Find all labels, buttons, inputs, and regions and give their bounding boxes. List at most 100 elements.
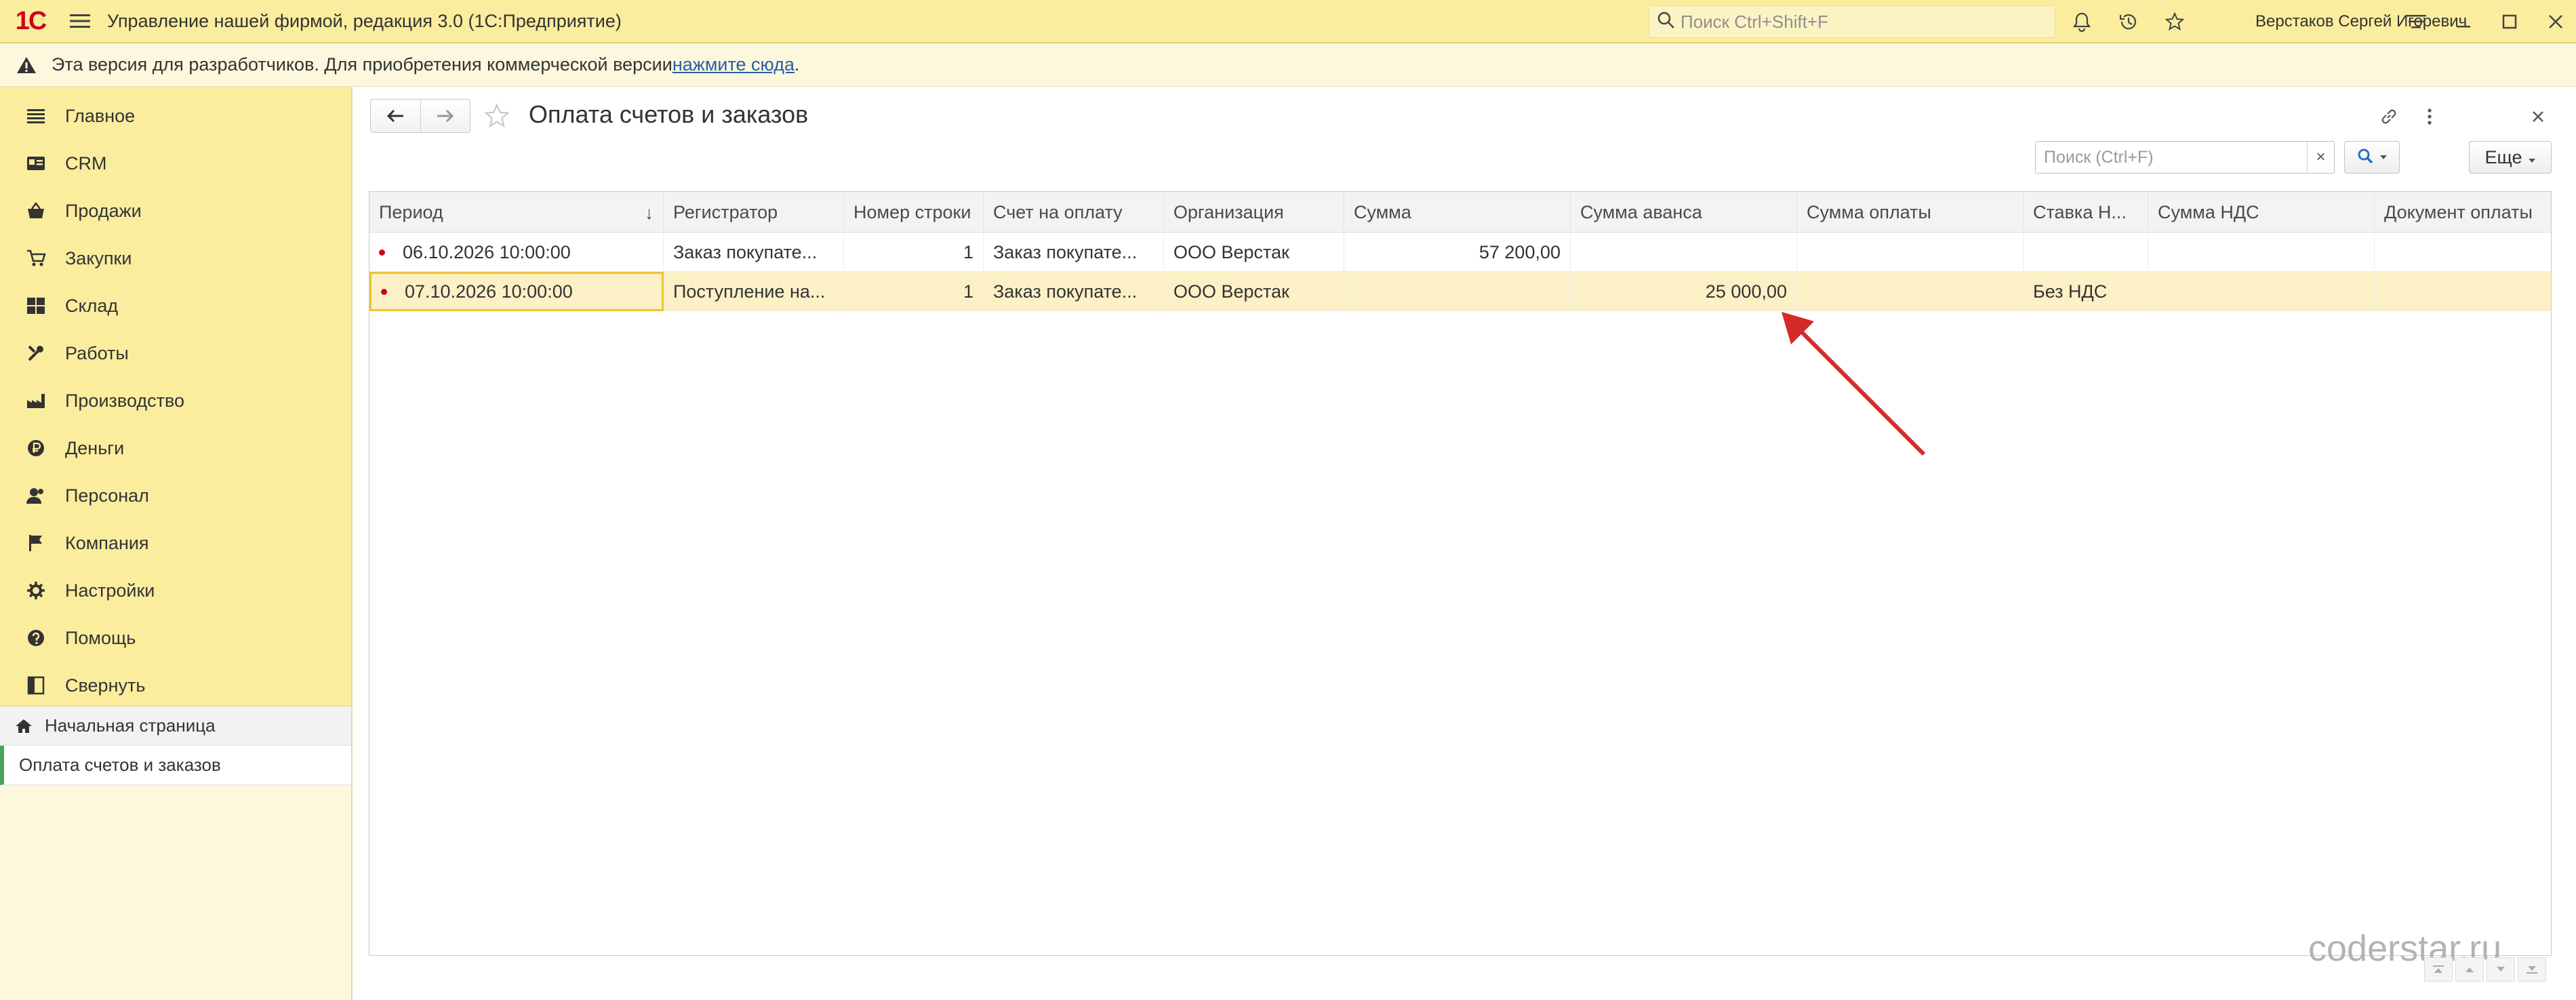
cell-payment-sum[interactable] xyxy=(1797,233,2024,272)
home-page-link[interactable]: Начальная страница xyxy=(0,706,351,746)
cell-registrar[interactable]: Заказ покупате... xyxy=(664,233,844,272)
main-menu-icon[interactable] xyxy=(61,0,99,43)
bell-icon[interactable] xyxy=(2066,5,2098,38)
cell-invoice[interactable]: Заказ покупате... xyxy=(984,233,1164,272)
sales-icon xyxy=(24,199,47,222)
sidebar-item-main[interactable]: Главное xyxy=(0,92,351,140)
column-header-sum[interactable]: Сумма xyxy=(1344,192,1571,233)
home-label: Начальная страница xyxy=(45,715,216,736)
column-header-invoice[interactable]: Счет на оплату xyxy=(984,192,1164,233)
table-row[interactable]: 06.10.2026 10:00:00 Заказ покупате... 1 … xyxy=(369,233,2551,272)
cell-payment-sum[interactable] xyxy=(1797,272,2024,311)
sidebar-item-works[interactable]: Работы xyxy=(0,329,351,377)
sidebar-item-company[interactable]: Компания xyxy=(0,519,351,567)
column-header-vat-rate[interactable]: Ставка Н... xyxy=(2024,192,2148,233)
sidebar-item-label: Компания xyxy=(65,532,149,553)
record-marker-icon xyxy=(381,288,387,295)
sidebar-item-collapse[interactable]: Свернуть xyxy=(0,662,351,709)
warning-text: Эта версия для разработчиков. Для приобр… xyxy=(52,54,672,75)
sidebar-item-label: Свернуть xyxy=(65,675,146,696)
column-header-advance-sum[interactable]: Сумма аванса xyxy=(1571,192,1797,233)
cell-vat-sum[interactable] xyxy=(2148,233,2375,272)
form-title: Оплата счетов и заказов xyxy=(529,100,809,128)
more-vertical-icon[interactable] xyxy=(2413,100,2446,133)
cell-line-number[interactable]: 1 xyxy=(844,272,984,311)
cell-vat-sum[interactable] xyxy=(2148,272,2375,311)
close-icon[interactable] xyxy=(2539,5,2572,38)
sidebar-item-sales[interactable]: Продажи xyxy=(0,187,351,235)
more-actions-label: Еще xyxy=(2484,146,2522,167)
find-placeholder: Поиск (Ctrl+F) xyxy=(2044,147,2154,167)
cell-sum[interactable]: 57 200,00 xyxy=(1344,233,1571,272)
column-header-payment-sum[interactable]: Сумма оплаты xyxy=(1797,192,2024,233)
cell-sum[interactable] xyxy=(1344,272,1571,311)
clear-find-button[interactable]: × xyxy=(2307,142,2334,173)
scroll-up-icon[interactable] xyxy=(2455,957,2484,982)
favorites-star-icon[interactable] xyxy=(2158,5,2191,38)
cell-period[interactable]: 07.10.2026 10:00:00 xyxy=(369,272,664,311)
sidebar-item-label: Главное xyxy=(65,105,136,126)
minimize-icon[interactable] xyxy=(2447,5,2480,38)
settings-menu-icon[interactable] xyxy=(2400,5,2432,38)
scroll-buttons xyxy=(2424,957,2546,982)
cell-organization[interactable]: ООО Верстак xyxy=(1164,233,1344,272)
cell-organization[interactable]: ООО Верстак xyxy=(1164,272,1344,311)
sections-panel: Главное CRM Продажи Закупки Склад Работы… xyxy=(0,87,353,1000)
warning-suffix: . xyxy=(794,54,800,75)
find-input[interactable]: Поиск (Ctrl+F) × xyxy=(2035,141,2335,174)
collapse-icon xyxy=(24,674,47,697)
warning-link[interactable]: нажмите сюда xyxy=(672,54,794,75)
find-button[interactable] xyxy=(2344,141,2400,174)
sidebar-item-label: Склад xyxy=(65,295,119,316)
open-window-label: Оплата счетов и заказов xyxy=(19,755,221,775)
column-header-period[interactable]: Период ↓ xyxy=(369,192,664,233)
sidebar-item-warehouse[interactable]: Склад xyxy=(0,282,351,329)
cell-period[interactable]: 06.10.2026 10:00:00 xyxy=(369,233,664,272)
home-icon xyxy=(15,718,33,734)
history-icon[interactable] xyxy=(2112,5,2145,38)
sidebar-item-personnel[interactable]: Персонал xyxy=(0,472,351,519)
close-form-icon[interactable] xyxy=(2522,100,2554,133)
scroll-bottom-icon[interactable] xyxy=(2518,957,2546,982)
open-window-item[interactable]: Оплата счетов и заказов xyxy=(0,746,351,785)
cell-payment-document[interactable] xyxy=(2375,233,2550,272)
forward-arrow-icon[interactable] xyxy=(421,100,470,132)
global-search-input[interactable]: Поиск Ctrl+Shift+F xyxy=(1649,5,2055,38)
sidebar-item-purchases[interactable]: Закупки xyxy=(0,235,351,282)
cell-vat-rate[interactable] xyxy=(2024,233,2148,272)
column-header-registrar[interactable]: Регистратор xyxy=(664,192,844,233)
1c-logo: 1С xyxy=(15,6,47,35)
user-name[interactable]: Верстаков Сергей Игоревич xyxy=(2255,12,2467,31)
table-row[interactable]: 07.10.2026 10:00:00 Поступление на... 1 … xyxy=(369,272,2551,311)
register-table[interactable]: Период ↓ Регистратор Номер строки Счет на… xyxy=(369,191,2552,956)
column-header-vat-sum[interactable]: Сумма НДС xyxy=(2148,192,2375,233)
sidebar-item-crm[interactable]: CRM xyxy=(0,140,351,187)
cell-vat-rate[interactable]: Без НДС xyxy=(2024,272,2148,311)
scroll-top-icon[interactable] xyxy=(2424,957,2453,982)
purchases-icon xyxy=(24,247,47,270)
link-icon[interactable] xyxy=(2373,100,2405,133)
table-header: Период ↓ Регистратор Номер строки Счет на… xyxy=(369,192,2551,233)
cell-advance-sum[interactable]: 25 000,00 xyxy=(1571,272,1797,311)
sidebar-item-help[interactable]: Помощь xyxy=(0,614,351,662)
column-header-line-number[interactable]: Номер строки xyxy=(844,192,984,233)
sidebar-item-production[interactable]: Производство xyxy=(0,377,351,424)
cell-line-number[interactable]: 1 xyxy=(844,233,984,272)
column-header-organization[interactable]: Организация xyxy=(1164,192,1344,233)
favorite-star-icon[interactable] xyxy=(480,99,514,133)
back-arrow-icon[interactable] xyxy=(371,100,421,132)
sidebar-item-settings[interactable]: Настройки xyxy=(0,567,351,614)
column-header-payment-document[interactable]: Документ оплаты xyxy=(2375,192,2550,233)
scroll-down-icon[interactable] xyxy=(2487,957,2515,982)
sidebar-item-label: Персонал xyxy=(65,485,149,506)
cell-payment-document[interactable] xyxy=(2375,272,2550,311)
maximize-icon[interactable] xyxy=(2493,5,2526,38)
cell-registrar[interactable]: Поступление на... xyxy=(664,272,844,311)
cell-invoice[interactable]: Заказ покупате... xyxy=(984,272,1164,311)
warehouse-icon xyxy=(24,294,47,317)
sidebar-item-money[interactable]: Деньги xyxy=(0,424,351,472)
cell-advance-sum[interactable] xyxy=(1571,233,1797,272)
record-marker-icon xyxy=(379,249,385,256)
more-actions-button[interactable]: Еще xyxy=(2469,141,2552,174)
sort-down-icon[interactable]: ↓ xyxy=(645,203,653,224)
